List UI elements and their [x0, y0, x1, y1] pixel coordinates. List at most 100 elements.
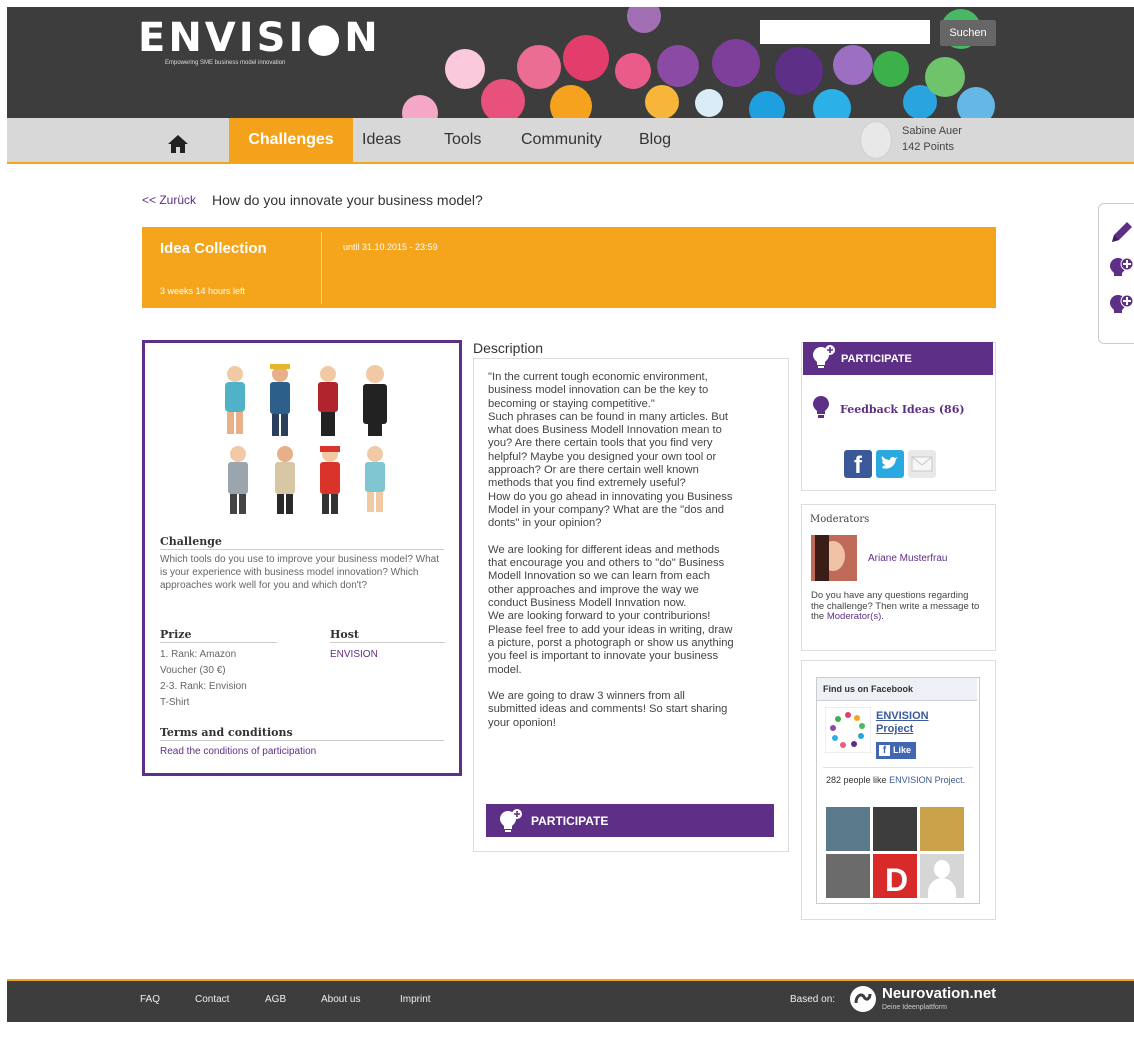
- facebook-share-icon[interactable]: f: [844, 450, 872, 479]
- footer-link-imprint[interactable]: Imprint: [400, 994, 431, 1005]
- host-link[interactable]: ENVISION: [330, 648, 378, 661]
- decor-circle: [445, 49, 485, 89]
- divider: [160, 549, 444, 550]
- neurovation-logo-icon[interactable]: [848, 985, 878, 1013]
- moderator-link[interactable]: Moderator(s).: [827, 611, 884, 622]
- user-avatar[interactable]: [860, 121, 892, 159]
- participate-button-main[interactable]: PARTICIPATE: [486, 804, 774, 837]
- page-title: How do you innovate your business model?: [212, 192, 483, 208]
- nav-item-challenges[interactable]: Challenges: [229, 118, 353, 162]
- decor-circle: [645, 85, 679, 118]
- moderator-avatar[interactable]: [811, 535, 857, 581]
- facebook-likes-link[interactable]: ENVISION Project.: [889, 775, 965, 785]
- decor-circle: [813, 89, 851, 118]
- banner-divider: [321, 232, 322, 304]
- divider: [160, 740, 444, 741]
- add-feedback-idea-icon[interactable]: [1108, 292, 1134, 322]
- decor-circle: [749, 91, 785, 118]
- prize-label: Prize: [160, 628, 192, 641]
- challenge-text: Which tools do you use to improve your b…: [160, 554, 440, 591]
- footer-brand-tagline: Deine Ideenplattform: [882, 1004, 947, 1011]
- footer-link-faq[interactable]: FAQ: [140, 994, 160, 1005]
- facebook-f-icon: f: [879, 745, 890, 756]
- divider: [823, 767, 973, 768]
- add-idea-icon[interactable]: [1108, 255, 1134, 285]
- footer-link-contact[interactable]: Contact: [195, 994, 229, 1005]
- terms-link[interactable]: Read the conditions of participation: [160, 745, 316, 758]
- moderator-text: Do you have any questions regarding the …: [811, 590, 981, 623]
- divider: [330, 642, 445, 643]
- footer-based-on: Based on:: [790, 994, 836, 1005]
- user-name[interactable]: Sabine Auer: [902, 125, 962, 137]
- home-icon[interactable]: [168, 135, 188, 153]
- decor-circle: [563, 35, 609, 81]
- footer-brand[interactable]: Neurovation.net: [882, 985, 996, 1002]
- prize-line: 1. Rank: Amazon: [160, 649, 237, 660]
- participate-label: PARTICIPATE: [841, 353, 912, 365]
- prize-line: Voucher (30 €): [160, 665, 226, 676]
- host-label: Host: [330, 628, 360, 641]
- participate-button-side[interactable]: PARTICIPATE: [803, 342, 993, 375]
- pencil-icon[interactable]: [1108, 218, 1134, 246]
- divider: [160, 642, 277, 643]
- facebook-header: Find us on Facebook: [817, 678, 977, 701]
- challenge-illustration: [190, 362, 420, 517]
- nav-item-community[interactable]: Community: [521, 118, 602, 162]
- fan-avatar[interactable]: [920, 807, 964, 851]
- nav-item-ideas[interactable]: Ideas: [362, 118, 401, 162]
- feedback-ideas-link[interactable]: Feedback Ideas (86): [840, 403, 965, 416]
- facebook-like-label: Like: [892, 745, 911, 755]
- moderator-name[interactable]: Ariane Musterfrau: [868, 553, 947, 564]
- fan-avatar[interactable]: D: [873, 854, 917, 898]
- terms-label: Terms and conditions: [160, 726, 293, 739]
- decor-circle: [627, 7, 661, 33]
- footer-link-about[interactable]: About us: [321, 994, 360, 1005]
- description-heading: Description: [473, 340, 544, 356]
- nav-item-blog[interactable]: Blog: [639, 118, 671, 162]
- fan-avatar[interactable]: [873, 807, 917, 851]
- prize-line: 2-3. Rank: Envision: [160, 681, 247, 692]
- decor-circle: [775, 47, 823, 95]
- facebook-page-name[interactable]: ENVISION Project: [876, 710, 966, 736]
- logo-tagline: Empowering SME business model innovation: [165, 60, 286, 66]
- twitter-share-icon[interactable]: [876, 450, 904, 478]
- envision-page-logo[interactable]: [825, 707, 871, 753]
- phase-time-left: 3 weeks 14 hours left: [160, 286, 246, 296]
- search-input[interactable]: [760, 20, 930, 44]
- participate-label: PARTICIPATE: [531, 814, 609, 828]
- facebook-likes-text: 282 people like ENVISION Project.: [826, 775, 974, 786]
- description-text: "In the current tough economic environme…: [488, 371, 734, 729]
- decor-circle: [833, 45, 873, 85]
- phase-banner: [142, 227, 996, 308]
- decor-circle: [481, 79, 525, 118]
- fan-avatar[interactable]: [826, 807, 870, 851]
- phase-title: Idea Collection: [160, 240, 267, 257]
- prize-line: T-Shirt: [160, 697, 190, 708]
- decor-circle: [615, 53, 651, 89]
- user-points: 142 Points: [902, 141, 954, 153]
- decor-circle: [873, 51, 909, 87]
- decor-circle: [517, 45, 561, 89]
- back-link[interactable]: << Zurück: [142, 193, 196, 207]
- search-button[interactable]: Suchen: [940, 20, 996, 46]
- facebook-like-button[interactable]: f Like: [876, 742, 916, 759]
- decor-circle: [712, 39, 760, 87]
- decor-circle: [550, 85, 592, 118]
- email-share-icon[interactable]: [908, 450, 936, 478]
- nav-item-tools[interactable]: Tools: [444, 118, 481, 162]
- facebook-likes-count: 282 people like: [826, 775, 887, 785]
- site-logo[interactable]: ENVISI●N: [138, 15, 381, 61]
- footer-link-agb[interactable]: AGB: [265, 994, 286, 1005]
- decor-circle: [657, 45, 699, 87]
- decor-circle: [925, 57, 965, 97]
- decor-circle: [957, 87, 995, 118]
- fan-avatar[interactable]: [920, 854, 964, 898]
- decor-circle: [695, 89, 723, 117]
- lightbulb-icon: [813, 396, 829, 418]
- decor-circle: [402, 95, 438, 118]
- moderators-label: Moderators: [810, 514, 870, 525]
- challenge-label: Challenge: [160, 535, 222, 548]
- lightbulb-plus-icon: [813, 345, 835, 368]
- fan-avatar[interactable]: [826, 854, 870, 898]
- phase-deadline: until 31.10.2015 - 23:59: [343, 242, 438, 252]
